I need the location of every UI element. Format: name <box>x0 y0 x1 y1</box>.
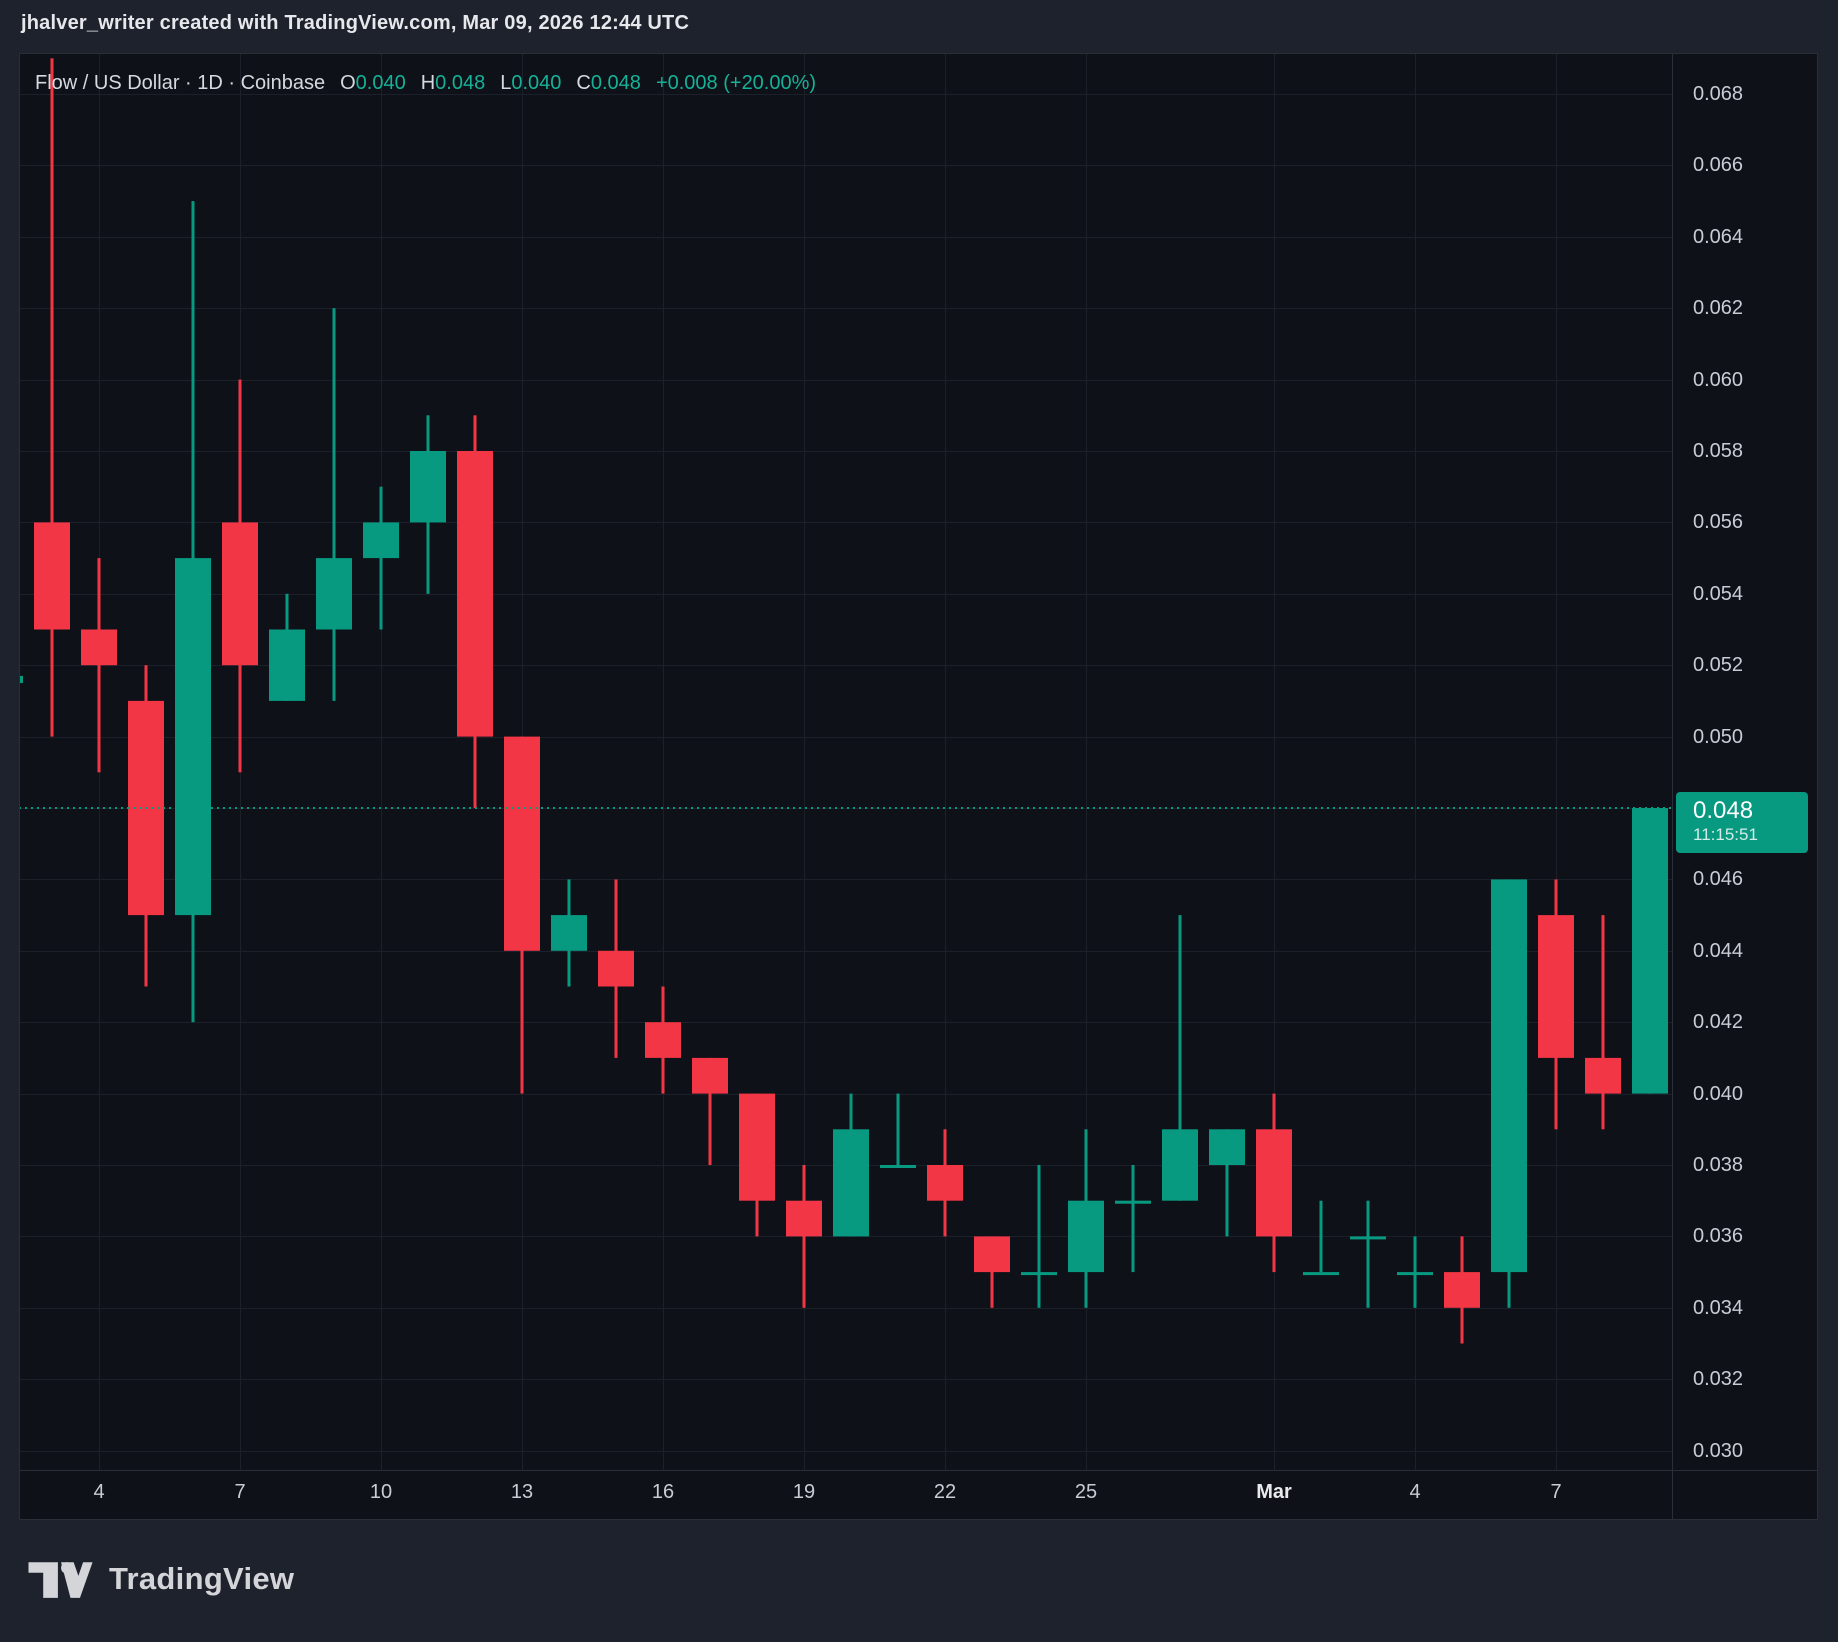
tradingview-footer[interactable]: TradingView <box>24 1558 294 1600</box>
candle-feb-24-wick <box>1038 1165 1041 1308</box>
candle-feb-26-wick <box>1132 1165 1135 1272</box>
price-tick-label: 0.036 <box>1693 1224 1743 1248</box>
price-axis[interactable]: 0.030 0.032 0.034 0.036 0.038 0.040 0.042 0.044… <box>1672 53 1818 1470</box>
price-tick-label: 0.062 <box>1693 296 1743 320</box>
pane-background <box>19 53 1818 1520</box>
candle-feb-9-wick <box>333 308 336 701</box>
time-tick-label: 4 <box>1385 1481 1445 1504</box>
time-tick-label: 4 <box>69 1481 129 1504</box>
change-value: +0.008 (+20.00%) <box>656 72 816 95</box>
ohlc-high: H0.048 <box>421 72 486 95</box>
tradingview-logo-icon <box>24 1558 96 1600</box>
candle-feb-14-body <box>551 915 587 951</box>
candle-feb-25-body <box>1068 1201 1104 1272</box>
candle-feb-8-body <box>269 630 305 701</box>
time-tick-label: 7 <box>1526 1481 1586 1504</box>
price-tick-label: 0.052 <box>1693 653 1743 677</box>
price-tick-label: 0.032 <box>1693 1367 1743 1391</box>
candle-mar-1-body <box>1256 1129 1292 1236</box>
symbol-legend: Flow / US Dollar · 1D · Coinbase O0.040 … <box>35 72 816 95</box>
time-tick-label: 19 <box>774 1481 834 1504</box>
tradingview-logo-text: TradingView <box>109 1561 294 1597</box>
ohlc-close: C0.048 <box>576 72 641 95</box>
candle-feb-12-body <box>457 451 493 737</box>
price-tick-label: 0.064 <box>1693 225 1743 249</box>
candle-feb-27-body <box>1162 1129 1198 1200</box>
candle-mar-9-body <box>1632 808 1668 1094</box>
candle-feb-26-body <box>1115 1201 1151 1204</box>
candle-feb-23-body <box>974 1236 1010 1272</box>
candle-feb-3-body <box>34 522 70 629</box>
candle-mar-2-wick <box>1320 1201 1323 1272</box>
time-tick-label: 13 <box>492 1481 552 1504</box>
candle-feb-20-body <box>833 1129 869 1236</box>
candle-feb-21-wick <box>897 1094 900 1165</box>
candle-feb-24-body <box>1021 1272 1057 1275</box>
candle-feb-10-body <box>363 522 399 558</box>
candle-feb-17-body <box>692 1058 728 1094</box>
candle-mar-5-body <box>1444 1272 1480 1308</box>
tradingview-snapshot: jhalver_writer created with TradingView.… <box>0 0 1838 1642</box>
candle-feb-28-body <box>1209 1129 1245 1165</box>
price-tick-label: 0.034 <box>1693 1296 1743 1320</box>
candle-feb-16-body <box>645 1022 681 1058</box>
candle-feb-18-body <box>739 1094 775 1201</box>
candle-mar-2-body <box>1303 1272 1339 1275</box>
candle-feb-9-body <box>316 558 352 629</box>
time-tick-label: 22 <box>915 1481 975 1504</box>
time-axis[interactable]: 4 7 10 13 16 19 22 25 Mar 4 7 <box>19 1470 1818 1520</box>
attribution-header: jhalver_writer created with TradingView.… <box>21 12 689 35</box>
candle-feb-4-body <box>81 630 117 666</box>
candle-feb-19-body <box>786 1201 822 1237</box>
price-tick-label: 0.058 <box>1693 439 1743 463</box>
ohlc-low: L0.040 <box>500 72 561 95</box>
candle-feb-15-body <box>598 951 634 987</box>
price-tick-label: 0.066 <box>1693 153 1743 177</box>
chart-widget: Flow / US Dollar · 1D · Coinbase O0.040 … <box>19 53 1818 1520</box>
candle-feb-3-wick <box>51 58 54 736</box>
price-tick-label: 0.050 <box>1693 725 1743 749</box>
time-tick-label: 16 <box>633 1481 693 1504</box>
candle-feb-6-body <box>175 558 211 915</box>
time-tick-label: 7 <box>210 1481 270 1504</box>
symbol-title: Flow / US Dollar · 1D · Coinbase <box>35 72 325 95</box>
time-tick-label: 10 <box>351 1481 411 1504</box>
price-tick-label: 0.030 <box>1693 1439 1743 1463</box>
price-tick-label: 0.042 <box>1693 1010 1743 1034</box>
candle-feb-7-body <box>222 522 258 665</box>
price-tick-label: 0.068 <box>1693 82 1743 106</box>
price-tick-label: 0.040 <box>1693 1082 1743 1106</box>
time-tick-label: 25 <box>1056 1481 1116 1504</box>
candle-feb-11-body <box>410 451 446 522</box>
price-tick-label: 0.046 <box>1693 867 1743 891</box>
price-tick-label: 0.038 <box>1693 1153 1743 1177</box>
candle-feb-21-body <box>880 1165 916 1168</box>
candlestick-chart-pane[interactable] <box>19 53 1818 1520</box>
price-tick-label: 0.060 <box>1693 368 1743 392</box>
candle-mar-6-body <box>1491 879 1527 1272</box>
bar-countdown: 11:15:51 <box>1693 824 1808 846</box>
candle-mar-3-body <box>1350 1236 1386 1239</box>
candle-mar-8-wick <box>1602 915 1605 1129</box>
price-tick-label: 0.056 <box>1693 510 1743 534</box>
time-tick-label: Mar <box>1244 1481 1304 1504</box>
candle-mar-8-body <box>1585 1058 1621 1094</box>
candle-mar-4-body <box>1397 1272 1433 1275</box>
candle-feb-13-body <box>504 737 540 951</box>
price-tick-label: 0.054 <box>1693 582 1743 606</box>
last-price-value: 0.048 <box>1693 797 1808 824</box>
ohlc-open: O0.040 <box>340 72 406 95</box>
last-price-label: 0.048 11:15:51 <box>1676 792 1808 853</box>
candle-feb-19-wick <box>803 1165 806 1308</box>
price-tick-label: 0.044 <box>1693 939 1743 963</box>
candle-mar-7-body <box>1538 915 1574 1058</box>
candle-feb-22-body <box>927 1165 963 1201</box>
candle-mar-3-wick <box>1367 1201 1370 1308</box>
